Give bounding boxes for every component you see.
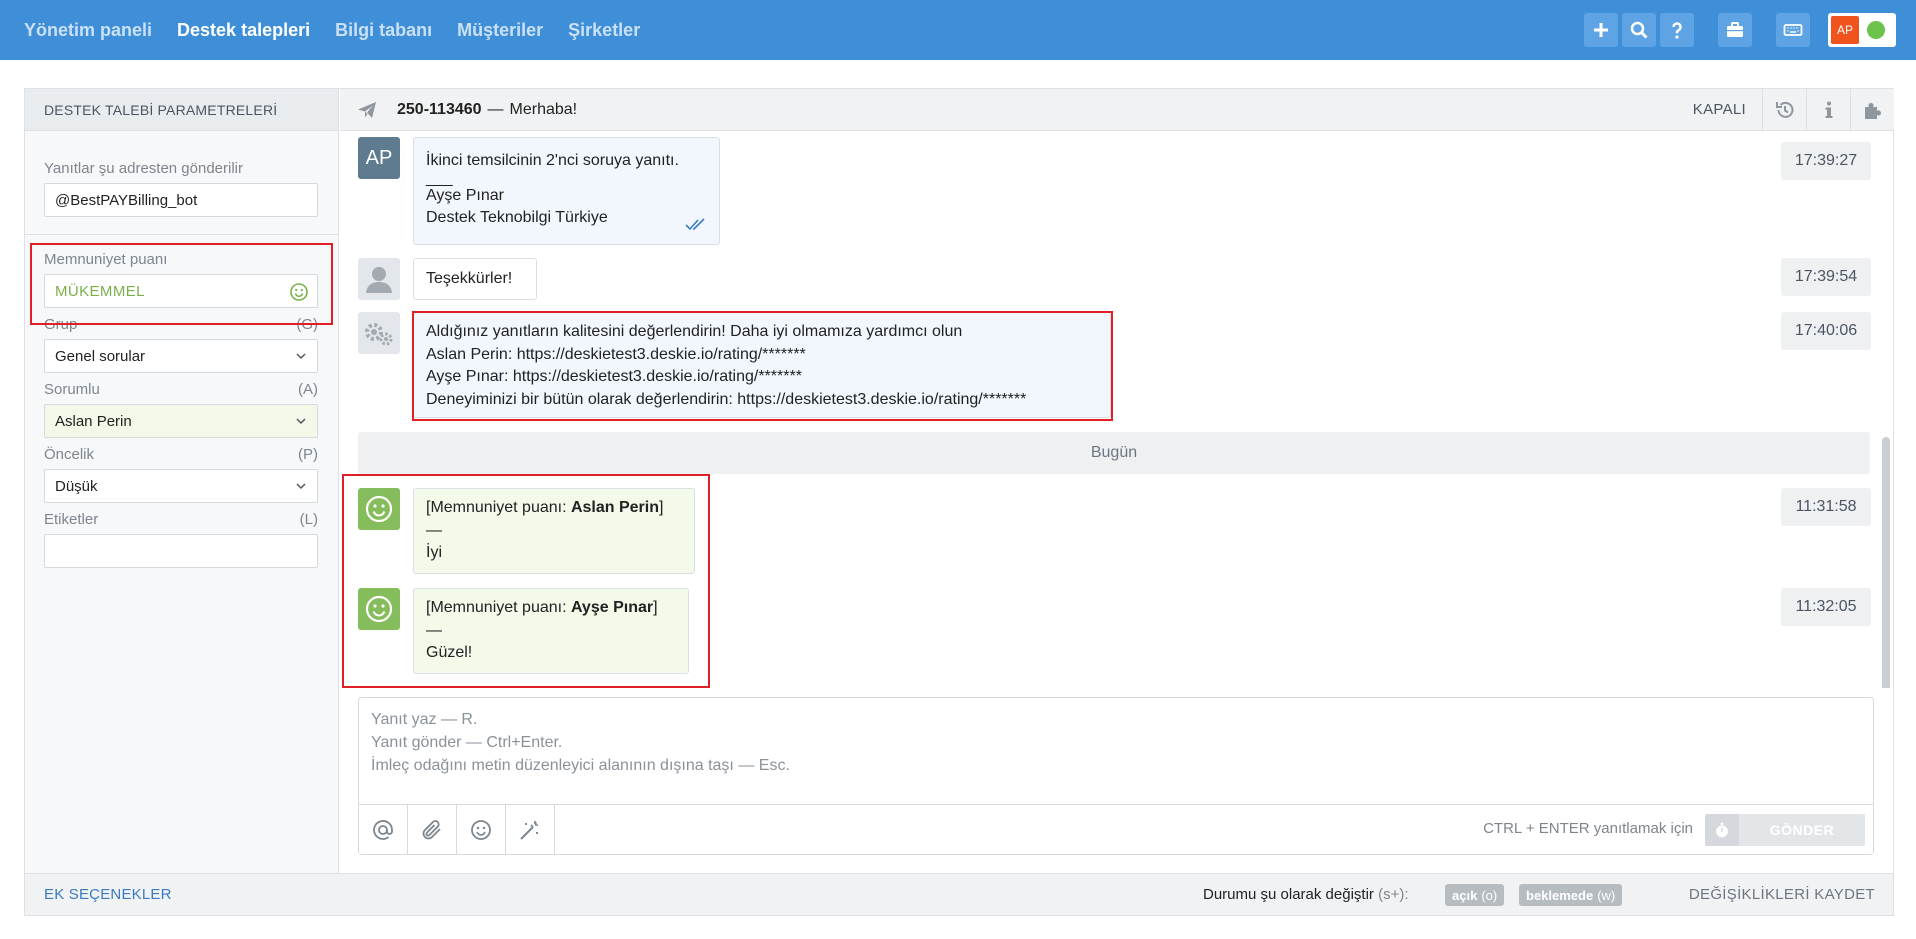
reply-from-label: Yanıtlar şu adresten gönderilir [44,160,243,177]
online-status-dot [1867,21,1885,39]
gears-icon [358,312,400,354]
send-hint: CTRL + ENTER yanıtlamak için [1483,820,1693,837]
nav-customers[interactable]: Müşteriler [457,20,543,41]
priority-label: Öncelik (P) [44,446,318,463]
plus-icon[interactable] [1584,13,1618,47]
message-time: 17:40:06 [1781,312,1871,350]
message-time: 17:39:54 [1781,258,1871,296]
scrollbar[interactable] [1882,437,1890,688]
magic-wand-icon[interactable] [506,805,555,854]
status-open-button[interactable]: açık (o) [1445,884,1505,906]
chevron-down-icon [296,483,306,490]
message-time: 11:31:58 [1781,488,1871,526]
assignee-label: Sorumlu (A) [44,381,318,398]
main-nav: Yönetim paneli Destek talepleri Bilgi ta… [0,0,641,60]
paper-plane-icon [358,101,376,118]
top-actions: AP [1580,13,1896,47]
signature-name: Ayşe Pınar [426,186,504,204]
top-bar: Yönetim paneli Destek talepleri Bilgi ta… [0,0,1916,60]
nav-dashboard[interactable]: Yönetim paneli [24,20,152,41]
assignee-select[interactable]: Aslan Perin [44,404,318,438]
nav-companies[interactable]: Şirketler [568,20,640,41]
ticket-header: 250-113460 — Merhaba! KAPALI [340,89,1894,131]
highlight-box-satisfaction [30,243,333,325]
reply-from-field[interactable]: @BestPAYBilling_bot [44,183,318,217]
attachment-icon[interactable] [408,805,457,854]
ticket-status: KAPALI [1692,101,1746,118]
user-menu[interactable]: AP [1828,13,1896,47]
status-pending-button[interactable]: beklemede (w) [1519,884,1623,906]
reply-editor[interactable]: Yanıt yaz — R. Yanıt gönder — Ctrl+Enter… [358,697,1874,855]
mention-icon[interactable] [359,805,408,854]
chevron-down-icon [296,353,306,360]
double-check-icon [685,218,705,231]
group-select[interactable]: Genel sorular [44,339,318,373]
help-icon[interactable] [1660,13,1694,47]
ticket-parameters-panel: DESTEK TALEBİ PARAMETRELERİ Yanıtlar şu … [25,89,339,873]
message-text: İkinci temsilcinin 2'nci soruya yanıtı. [426,152,679,169]
avatar: AP [358,137,400,179]
change-status-label: Durumu şu olarak değiştir (s+): [1203,886,1409,903]
chevron-down-icon [296,418,306,425]
avatar: AP [1831,16,1859,44]
date-divider: Bugün [358,432,1870,474]
message-time: 17:39:27 [1781,142,1871,180]
tags-label: Etiketler (L) [44,511,318,528]
ticket-footer: EK SEÇENEKLER Durumu şu olarak değiştir … [25,873,1893,915]
reply-toolbar: CTRL + ENTER yanıtlamak için GÖNDER [359,804,1873,854]
nav-tickets[interactable]: Destek talepleri [177,20,310,41]
message-text: Teşekkürler! [426,270,513,287]
keyboard-icon[interactable] [1776,13,1810,47]
stopwatch-icon[interactable] [1705,814,1739,846]
message-bubble: Teşekkürler! [413,258,537,300]
title-separator: — [487,100,504,118]
tags-input[interactable] [44,534,318,568]
message-time: 11:32:05 [1781,588,1871,626]
panel-title: DESTEK TALEBİ PARAMETRELERİ [25,89,338,131]
save-changes-button[interactable]: DEĞİŞİKLİKLERİ KAYDET [1689,886,1875,903]
emoji-icon[interactable] [457,805,506,854]
highlight-box-rating-request [412,311,1113,421]
user-avatar-icon [358,258,400,300]
puzzle-icon[interactable] [1850,89,1894,131]
highlight-box-ratings [342,474,710,688]
briefcase-icon[interactable] [1718,13,1752,47]
ticket-number: 250-113460 [397,100,482,118]
reply-placeholder: Yanıt yaz — R. Yanıt gönder — Ctrl+Enter… [371,711,790,774]
ticket-frame: DESTEK TALEBİ PARAMETRELERİ Yanıtlar şu … [24,88,1894,916]
signature-separator: ___ [426,169,453,187]
message-bubble: İkinci temsilcinin 2'nci soruya yanıtı. … [413,137,720,245]
nav-knowledge-base[interactable]: Bilgi tabanı [335,20,432,41]
ticket-subject: Merhaba! [509,100,578,118]
info-icon[interactable] [1806,89,1850,131]
more-options-link[interactable]: EK SEÇENEKLER [44,886,172,903]
search-icon[interactable] [1622,13,1656,47]
priority-select[interactable]: Düşük [44,469,318,503]
history-icon[interactable] [1762,89,1806,131]
signature-company: Destek Teknobilgi Türkiye [426,209,608,226]
send-button[interactable]: GÖNDER [1739,814,1865,846]
